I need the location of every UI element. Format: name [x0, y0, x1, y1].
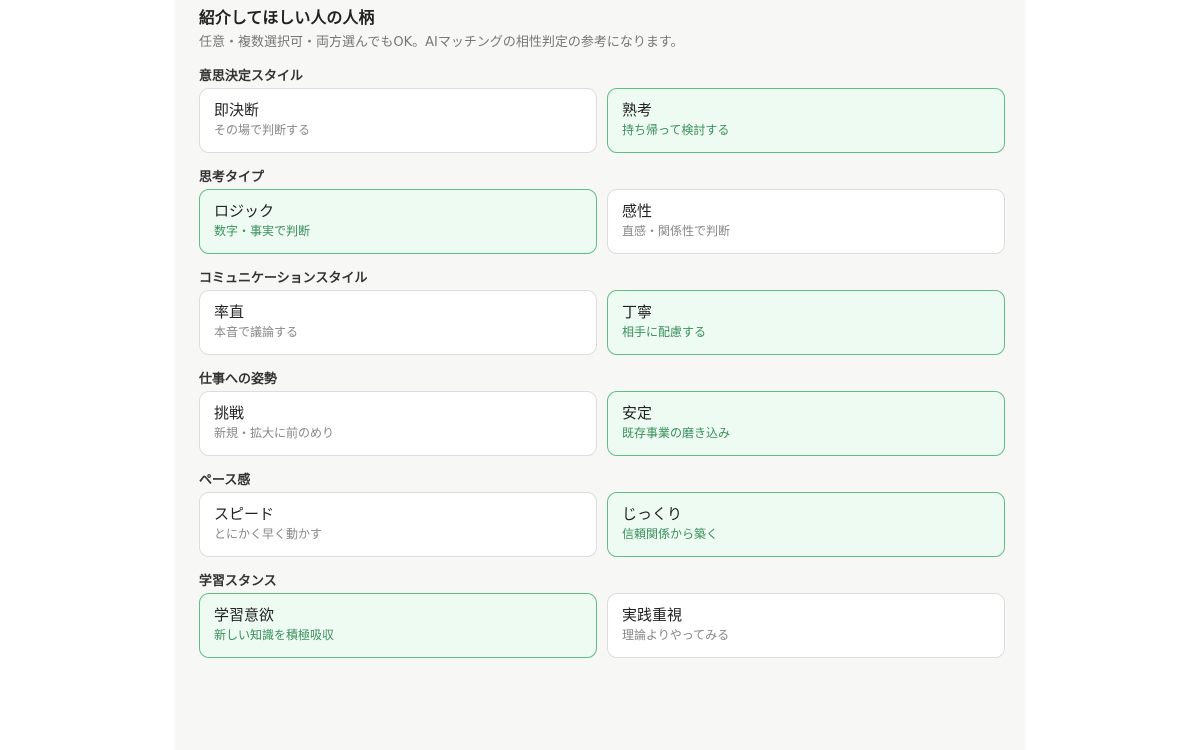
- option-logic[interactable]: ロジック 数字・事実で判断: [199, 189, 597, 254]
- option-steady[interactable]: じっくり 信頼関係から築く: [607, 492, 1005, 557]
- option-title: 実践重視: [622, 606, 683, 624]
- section-subtitle: 任意・複数選択可・両方選んでもOK。AIマッチングの相性判定の参考になります。: [199, 35, 684, 50]
- option-title: 即決断: [214, 101, 260, 119]
- option-description: 相手に配慮する: [622, 325, 707, 339]
- option-title: ロジック: [214, 202, 275, 220]
- option-title: じっくり: [622, 505, 683, 523]
- option-challenge[interactable]: 挑戦 新規・拡大に前のめり: [199, 391, 597, 456]
- option-practice-first[interactable]: 実践重視 理論よりやってみる: [607, 593, 1005, 658]
- section-title: 紹介してほしい人の人柄: [199, 8, 375, 27]
- option-polite[interactable]: 丁寧 相手に配慮する: [607, 290, 1005, 355]
- group-label: 仕事への姿勢: [199, 372, 278, 387]
- personality-preferences-panel: 紹介してほしい人の人柄 任意・複数選択可・両方選んでもOK。AIマッチングの相性…: [175, 0, 1025, 750]
- option-description: とにかく早く動かす: [214, 527, 323, 541]
- group-label: 思考タイプ: [199, 170, 265, 185]
- option-frank[interactable]: 率直 本音で議論する: [199, 290, 597, 355]
- option-description: 数字・事実で判断: [214, 224, 311, 238]
- group-pace: ペース感 スピード とにかく早く動かす じっくり 信頼関係から築く: [199, 472, 1025, 557]
- option-title: 安定: [622, 404, 653, 422]
- option-row: 率直 本音で議論する 丁寧 相手に配慮する: [199, 290, 1025, 355]
- group-thinking-type: 思考タイプ ロジック 数字・事実で判断 感性 直感・関係性で判断: [199, 169, 1025, 254]
- option-title: 感性: [622, 202, 653, 220]
- option-description: 本音で議論する: [214, 325, 299, 339]
- option-description: 新しい知識を積極吸収: [214, 628, 335, 642]
- option-speed[interactable]: スピード とにかく早く動かす: [199, 492, 597, 557]
- option-quick-decision[interactable]: 即決断 その場で判断する: [199, 88, 597, 153]
- option-title: 率直: [214, 303, 245, 321]
- group-label: ペース感: [199, 473, 251, 488]
- option-title: 学習意欲: [214, 606, 275, 624]
- option-stability[interactable]: 安定 既存事業の磨き込み: [607, 391, 1005, 456]
- group-communication-style: コミュニケーションスタイル 率直 本音で議論する 丁寧 相手に配慮する: [199, 270, 1025, 355]
- group-label: コミュニケーションスタイル: [199, 271, 368, 286]
- option-title: 挑戦: [214, 404, 245, 422]
- option-description: 新規・拡大に前のめり: [214, 426, 335, 440]
- option-title: 丁寧: [622, 303, 653, 321]
- option-deliberate[interactable]: 熟考 持ち帰って検討する: [607, 88, 1005, 153]
- option-row: 挑戦 新規・拡大に前のめり 安定 既存事業の磨き込み: [199, 391, 1025, 456]
- option-row: 即決断 その場で判断する 熟考 持ち帰って検討する: [199, 88, 1025, 153]
- group-label: 学習スタンス: [199, 574, 277, 589]
- option-eager-learner[interactable]: 学習意欲 新しい知識を積極吸収: [199, 593, 597, 658]
- option-description: 持ち帰って検討する: [622, 123, 730, 137]
- option-description: 信頼関係から築く: [622, 527, 719, 541]
- option-row: スピード とにかく早く動かす じっくり 信頼関係から築く: [199, 492, 1025, 557]
- option-intuition[interactable]: 感性 直感・関係性で判断: [607, 189, 1005, 254]
- option-description: 直感・関係性で判断: [622, 224, 731, 238]
- group-work-attitude: 仕事への姿勢 挑戦 新規・拡大に前のめり 安定 既存事業の磨き込み: [199, 371, 1025, 456]
- option-description: 理論よりやってみる: [622, 628, 730, 642]
- option-row: ロジック 数字・事実で判断 感性 直感・関係性で判断: [199, 189, 1025, 254]
- group-label: 意思決定スタイル: [199, 69, 304, 84]
- group-decision-style: 意思決定スタイル 即決断 その場で判断する 熟考 持ち帰って検討する: [199, 68, 1025, 153]
- option-row: 学習意欲 新しい知識を積極吸収 実践重視 理論よりやってみる: [199, 593, 1025, 658]
- option-title: スピード: [214, 505, 275, 523]
- option-description: 既存事業の磨き込み: [622, 426, 731, 440]
- group-learning-stance: 学習スタンス 学習意欲 新しい知識を積極吸収 実践重視 理論よりやってみる: [199, 573, 1025, 658]
- option-description: その場で判断する: [214, 123, 311, 137]
- option-title: 熟考: [622, 101, 653, 119]
